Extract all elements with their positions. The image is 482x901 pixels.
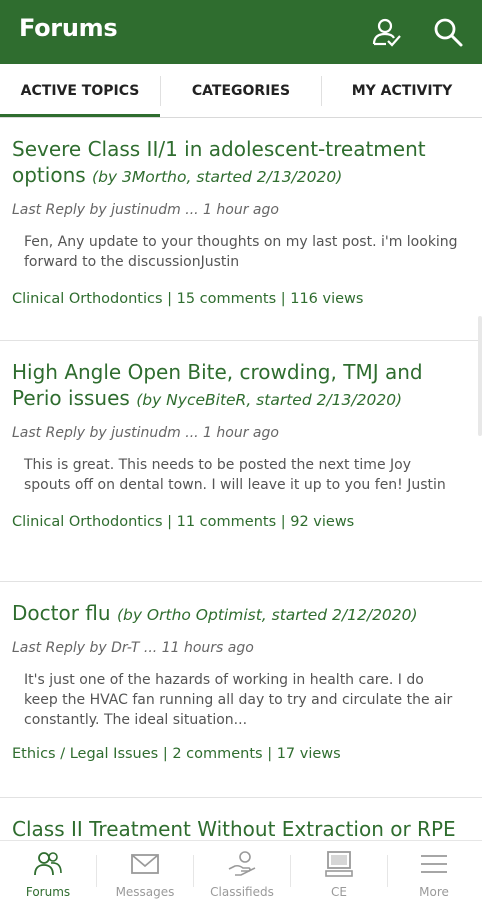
- nav-messages[interactable]: Messages: [97, 841, 193, 901]
- tab-bar: ACTIVE TOPICS CATEGORIES MY ACTIVITY: [0, 64, 482, 118]
- envelope-icon: [131, 854, 159, 874]
- tab-categories[interactable]: CATEGORIES: [161, 64, 321, 117]
- active-tab-indicator: [0, 114, 160, 117]
- topic-title[interactable]: High Angle Open Bite, crowding, TMJ and …: [12, 359, 470, 413]
- topic-snippet: This is great. This needs to be posted t…: [24, 457, 446, 493]
- tab-my-activity[interactable]: MY ACTIVITY: [322, 64, 482, 117]
- nav-forums[interactable]: Forums: [0, 841, 96, 901]
- tab-label: CATEGORIES: [191, 83, 291, 99]
- nav-label: Classifieds: [210, 885, 274, 899]
- page-title: Forums: [19, 14, 118, 42]
- nav-classifieds[interactable]: Classifieds: [194, 841, 290, 901]
- topic-title[interactable]: Severe Class II/1 in adolescent-treatmen…: [12, 136, 470, 190]
- last-reply: Last Reply by justinudm ... 1 hour ago: [12, 425, 279, 441]
- hand-coin-icon: [228, 851, 256, 876]
- topic-author-meta: (by NyceBiteR, started 2/13/2020): [136, 391, 403, 409]
- nav-more[interactable]: More: [386, 841, 482, 901]
- tab-label: MY ACTIVITY: [351, 83, 453, 99]
- topic-footer[interactable]: Ethics / Legal Issues | 2 comments | 17 …: [12, 746, 470, 762]
- tab-active-topics[interactable]: ACTIVE TOPICS: [0, 64, 160, 117]
- user-check-icon[interactable]: [370, 16, 402, 48]
- nav-label: Forums: [25, 885, 71, 899]
- nav-label: Messages: [115, 885, 175, 899]
- topic-snippet: It's just one of the hazards of working …: [24, 672, 453, 728]
- topic-list: Severe Class II/1 in adolescent-treatmen…: [0, 118, 482, 840]
- nav-ce[interactable]: CE: [291, 841, 387, 901]
- topic-footer[interactable]: Clinical Orthodontics | 11 comments | 92…: [12, 514, 470, 530]
- topic-snippet: Fen, Any update to your thoughts on my l…: [24, 234, 458, 270]
- bottom-navigation: Forums Messages Classifieds CE More: [0, 840, 482, 901]
- topic-author-meta: (by Ortho Optimist, started 2/12/2020): [116, 606, 418, 624]
- topic-author-meta: (by 3Mortho, started 2/13/2020): [92, 168, 343, 186]
- app-bar: Forums: [0, 0, 482, 64]
- topic-title-text: Doctor flu: [12, 601, 111, 625]
- topic-card[interactable]: Severe Class II/1 in adolescent-treatmen…: [0, 118, 482, 341]
- last-reply: Last Reply by justinudm ... 1 hour ago: [12, 202, 279, 218]
- last-reply: Last Reply by Dr-T ... 11 hours ago: [12, 640, 254, 656]
- scroll-indicator[interactable]: [478, 316, 482, 436]
- nav-label: CE: [331, 885, 347, 899]
- topic-title[interactable]: Class II Treatment Without Extraction or…: [12, 816, 470, 840]
- nav-label: More: [419, 885, 449, 899]
- topic-title[interactable]: Doctor flu (by Ortho Optimist, started 2…: [12, 600, 470, 628]
- people-icon: [34, 852, 62, 876]
- search-icon[interactable]: [432, 16, 464, 48]
- topic-footer[interactable]: Clinical Orthodontics | 15 comments | 11…: [12, 291, 470, 307]
- computer-icon: [325, 851, 353, 877]
- hamburger-menu-icon: [421, 855, 447, 873]
- topic-card[interactable]: Doctor flu (by Ortho Optimist, started 2…: [0, 582, 482, 798]
- topic-card[interactable]: High Angle Open Bite, crowding, TMJ and …: [0, 341, 482, 582]
- tab-label: ACTIVE TOPICS: [20, 83, 140, 99]
- topic-title-text: Class II Treatment Without Extraction or…: [12, 817, 456, 840]
- topic-card[interactable]: Class II Treatment Without Extraction or…: [0, 798, 482, 840]
